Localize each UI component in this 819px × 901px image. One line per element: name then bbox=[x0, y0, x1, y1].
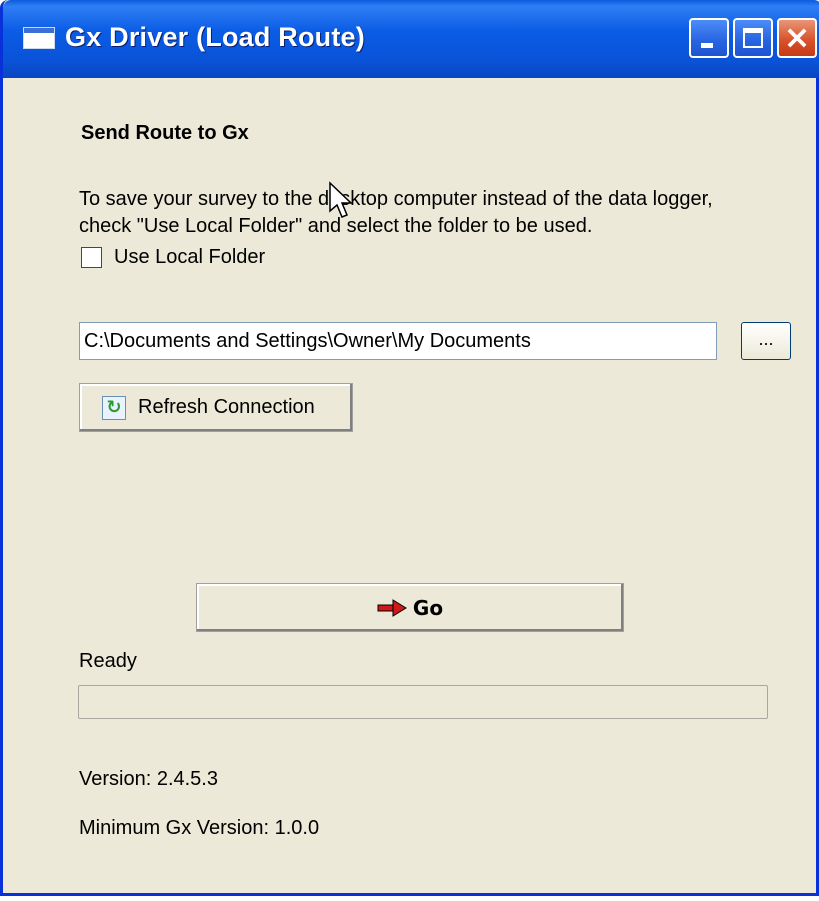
use-local-folder-label[interactable]: Use Local Folder bbox=[114, 246, 265, 269]
red-arrow-icon bbox=[377, 598, 407, 617]
progress-bar bbox=[78, 685, 768, 719]
title-bar[interactable]: Gx Driver (Load Route) × bbox=[3, 0, 819, 78]
refresh-icon: ↻ bbox=[102, 395, 126, 420]
section-heading: Send Route to Gx bbox=[81, 122, 249, 144]
window-icon bbox=[23, 27, 55, 49]
folder-path-input[interactable] bbox=[79, 322, 717, 360]
maximize-button[interactable] bbox=[733, 18, 773, 58]
version-text: Version: 2.4.5.3 bbox=[79, 768, 218, 790]
refresh-connection-button[interactable]: ↻ Refresh Connection bbox=[79, 383, 353, 432]
refresh-connection-label: Refresh Connection bbox=[138, 396, 315, 418]
go-button[interactable]: Go bbox=[196, 583, 624, 632]
close-button[interactable]: × bbox=[777, 18, 817, 58]
use-local-folder-checkbox[interactable] bbox=[81, 246, 102, 268]
minimum-gx-version-text: Minimum Gx Version: 1.0.0 bbox=[79, 817, 320, 839]
minimize-button[interactable] bbox=[689, 18, 729, 58]
browse-button[interactable]: ... bbox=[741, 322, 791, 360]
description-text: To save your survey to the desktop compu… bbox=[79, 188, 713, 237]
app-window: Gx Driver (Load Route) × Send Route to G… bbox=[0, 0, 819, 896]
minimize-icon bbox=[701, 43, 713, 48]
mouse-cursor-icon bbox=[329, 181, 353, 218]
close-icon: × bbox=[783, 18, 811, 56]
maximize-icon bbox=[743, 28, 763, 48]
go-label: Go bbox=[412, 595, 444, 620]
status-text: Ready bbox=[79, 650, 137, 672]
use-local-folder-row[interactable]: Use Local Folder bbox=[81, 244, 265, 270]
window-title: Gx Driver (Load Route) bbox=[65, 22, 365, 52]
